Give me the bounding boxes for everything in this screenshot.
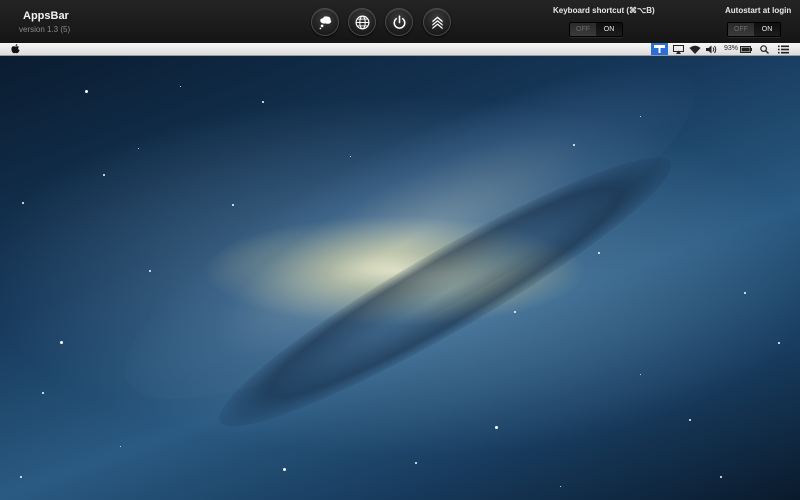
star <box>573 144 575 146</box>
volume-icon <box>705 45 716 53</box>
power-button[interactable] <box>385 8 413 36</box>
chevrons-up-icon <box>431 16 443 29</box>
star <box>20 476 22 478</box>
airplay-icon <box>672 44 684 54</box>
toggle-off-option[interactable]: OFF <box>728 23 754 36</box>
star <box>778 342 780 344</box>
star <box>138 148 139 149</box>
star <box>262 101 264 103</box>
battery-icon <box>740 45 752 53</box>
toggle-off-option[interactable]: OFF <box>570 23 596 36</box>
star <box>598 252 600 254</box>
star <box>415 462 417 464</box>
autostart-label: Autostart at login <box>725 6 792 15</box>
star <box>149 270 151 272</box>
chevrons-up-button[interactable] <box>423 8 451 36</box>
spotlight-menu-item[interactable] <box>758 43 770 55</box>
app-name: AppsBar <box>23 10 69 22</box>
star <box>514 311 516 313</box>
star <box>42 392 44 394</box>
toggle-on-option[interactable]: ON <box>596 23 622 36</box>
battery-percentage: 93% <box>724 45 739 52</box>
appsbar-menu-item[interactable] <box>651 43 668 55</box>
thought-bubble-icon <box>319 15 331 29</box>
volume-menu-item[interactable] <box>705 43 717 55</box>
notification-center-icon <box>777 45 789 53</box>
globe-button[interactable] <box>348 8 376 36</box>
menu-bar: 93% <box>0 43 800 56</box>
star <box>640 374 641 375</box>
star <box>85 90 88 93</box>
appsbar-icon <box>654 45 665 53</box>
star <box>180 86 181 87</box>
star <box>232 204 234 206</box>
keyboard-shortcut-label: Keyboard shortcut (⌘⌥B) <box>553 6 655 15</box>
apple-icon <box>10 44 20 54</box>
galaxy-arm <box>87 56 733 457</box>
keyboard-shortcut-toggle[interactable]: OFF ON <box>569 22 623 37</box>
toggle-on-option[interactable]: ON <box>754 23 780 36</box>
appsbar-panel: AppsBar version 1.3 (5) Keyboard shortcu… <box>0 0 800 43</box>
wifi-icon <box>689 45 701 54</box>
desktop-wallpaper <box>0 56 800 500</box>
star <box>744 292 746 294</box>
star <box>720 476 722 478</box>
notification-center-menu-item[interactable] <box>776 43 790 55</box>
star <box>640 116 641 117</box>
star <box>103 174 105 176</box>
star <box>120 446 121 447</box>
spotlight-icon <box>759 44 769 54</box>
apple-menu[interactable] <box>9 43 21 55</box>
star <box>350 156 351 157</box>
star <box>60 341 63 344</box>
star <box>560 486 561 487</box>
star <box>689 419 691 421</box>
thought-bubble-button[interactable] <box>311 8 339 36</box>
globe-icon <box>355 15 369 29</box>
star <box>22 202 24 204</box>
airplay-menu-item[interactable] <box>671 43 685 55</box>
power-icon <box>393 14 405 29</box>
wifi-menu-item[interactable] <box>688 43 702 55</box>
autostart-toggle[interactable]: OFF ON <box>727 22 781 37</box>
star <box>283 468 286 471</box>
app-version: version 1.3 (5) <box>19 25 71 34</box>
battery-menu-item[interactable] <box>739 43 753 55</box>
star <box>495 426 498 429</box>
